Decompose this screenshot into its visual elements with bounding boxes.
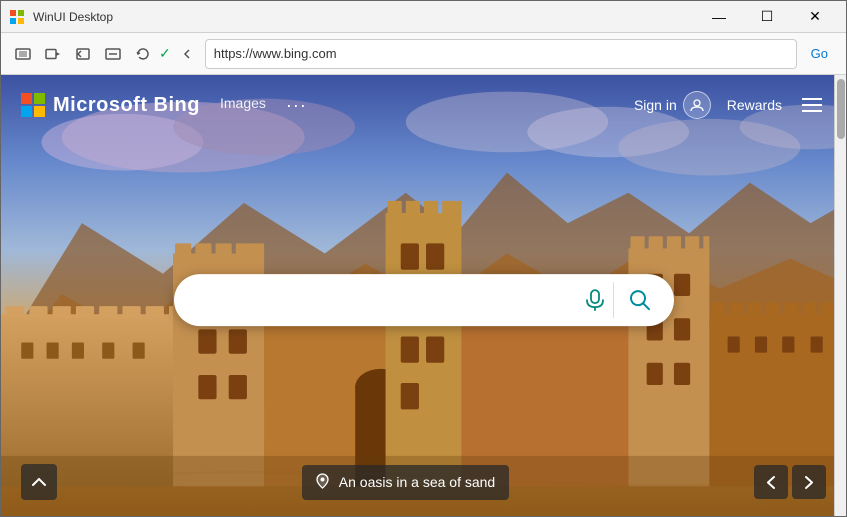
- ms-green-square: [34, 93, 45, 104]
- caption-text: An oasis in a sea of sand: [339, 474, 495, 490]
- close-button[interactable]: ✕: [792, 1, 838, 33]
- app-icon: [9, 9, 25, 25]
- caption-next-button[interactable]: [792, 465, 826, 499]
- video-icon-btn[interactable]: [39, 40, 67, 68]
- security-check-icon: ✓: [159, 45, 171, 62]
- search-button[interactable]: [622, 282, 658, 318]
- bing-logo[interactable]: Microsoft Bing: [21, 93, 200, 117]
- window-controls: — ☐ ✕: [696, 1, 838, 33]
- bing-navbar: Microsoft Bing Images ··· Sign in Reward: [1, 75, 846, 135]
- images-link[interactable]: Images: [220, 95, 266, 116]
- browser-content: Microsoft Bing Images ··· Sign in Reward: [1, 75, 846, 516]
- caption-prev-button[interactable]: [754, 465, 788, 499]
- scroll-up-button[interactable]: [21, 464, 57, 500]
- refresh-icon-btn[interactable]: [129, 40, 157, 68]
- hamburger-menu-button[interactable]: [798, 94, 826, 116]
- mic-button[interactable]: [578, 282, 614, 318]
- microsoft-grid-icon: [21, 93, 45, 117]
- forward-icon-btn[interactable]: [99, 40, 127, 68]
- signin-button[interactable]: Sign in: [634, 91, 711, 119]
- screenshot-icon-btn[interactable]: [9, 40, 37, 68]
- image-caption-bar: An oasis in a sea of sand: [302, 465, 509, 500]
- minimize-button[interactable]: —: [696, 1, 742, 33]
- window-title: WinUI Desktop: [33, 10, 688, 24]
- navbar-right: Sign in Rewards: [634, 91, 826, 119]
- search-input[interactable]: [190, 291, 570, 309]
- nav-toolbar: ✓: [9, 40, 201, 68]
- rewards-link[interactable]: Rewards: [727, 97, 782, 113]
- bottom-bar: An oasis in a sea of sand: [1, 448, 846, 516]
- user-avatar: [683, 91, 711, 119]
- location-icon: [316, 473, 329, 492]
- address-bar: ✓ https://www.bing.com Go: [1, 33, 846, 75]
- more-nav-icon[interactable]: ···: [286, 95, 307, 116]
- hamburger-line-3: [802, 110, 822, 112]
- hamburger-line-2: [802, 104, 822, 106]
- collapse-icon-btn[interactable]: [173, 40, 201, 68]
- search-container: [174, 274, 674, 326]
- ms-red-square: [21, 93, 32, 104]
- caption-navigation: [754, 465, 826, 499]
- url-box[interactable]: https://www.bing.com: [205, 39, 797, 69]
- url-text: https://www.bing.com: [214, 46, 337, 61]
- hamburger-line-1: [802, 98, 822, 100]
- app-window: WinUI Desktop — ☐ ✕: [0, 0, 847, 517]
- back-icon-btn[interactable]: [69, 40, 97, 68]
- ms-yellow-square: [34, 106, 45, 117]
- go-button[interactable]: Go: [801, 39, 838, 69]
- navbar-links: Images ···: [220, 95, 307, 116]
- signin-label: Sign in: [634, 97, 677, 113]
- brand-name: Microsoft Bing: [53, 94, 200, 117]
- search-box: [174, 274, 674, 326]
- maximize-button[interactable]: ☐: [744, 1, 790, 33]
- ms-blue-square: [21, 106, 32, 117]
- titlebar: WinUI Desktop — ☐ ✕: [1, 1, 846, 33]
